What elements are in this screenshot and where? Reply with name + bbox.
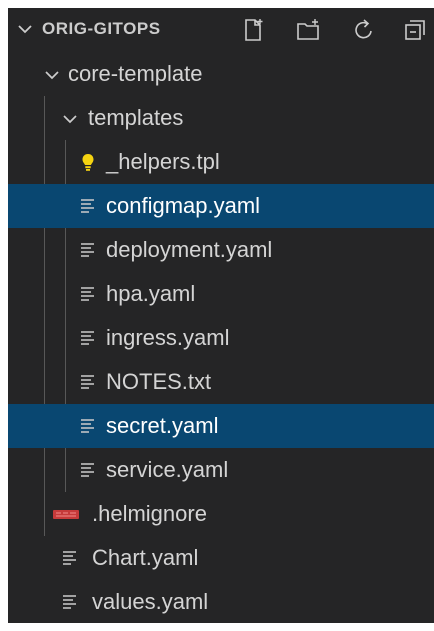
new-file-icon[interactable] (240, 17, 266, 43)
file-label: values.yaml (92, 589, 209, 614)
chevron-down-icon[interactable] (16, 20, 34, 38)
file-ingress-yaml[interactable]: ingress.yaml (8, 316, 434, 360)
file-label: ingress.yaml (106, 325, 230, 350)
file-label: secret.yaml (106, 413, 219, 438)
lightbulb-icon (78, 152, 98, 172)
file-lines-icon (78, 460, 98, 480)
folder-label: core-template (68, 61, 203, 86)
refresh-icon[interactable] (351, 17, 377, 43)
file-configmap-yaml[interactable]: configmap.yaml (8, 184, 434, 228)
folder-core-template[interactable]: core-template (8, 52, 434, 96)
file-label: hpa.yaml (106, 281, 196, 306)
file-lines-icon (78, 328, 98, 348)
chevron-down-icon (60, 109, 80, 129)
file-helmignore[interactable]: .helmignore (8, 492, 434, 536)
file-label: deployment.yaml (106, 237, 273, 262)
file-label: Chart.yaml (92, 545, 199, 570)
folder-templates[interactable]: templates (8, 96, 434, 140)
file-lines-icon (78, 284, 98, 304)
file-lines-icon (78, 240, 98, 260)
file-label: configmap.yaml (106, 193, 261, 218)
file-lines-icon (78, 416, 98, 436)
file-notes-txt[interactable]: NOTES.txt (8, 360, 434, 404)
file-label: .helmignore (92, 501, 207, 526)
explorer-title: ORIG-GITOPS (42, 19, 161, 38)
new-folder-icon[interactable] (295, 17, 321, 43)
file-label: service.yaml (106, 457, 229, 482)
file-chart-yaml[interactable]: Chart.yaml (8, 536, 434, 580)
file-lines-icon (78, 372, 98, 392)
file-label: NOTES.txt (106, 369, 212, 394)
file-label: _helpers.tpl (106, 149, 220, 174)
folder-label: templates (88, 105, 184, 130)
file-lines-icon (60, 548, 80, 568)
explorer-header[interactable]: ORIG-GITOPS (8, 8, 434, 52)
file-hpa-yaml[interactable]: hpa.yaml (8, 272, 434, 316)
file-secret-yaml[interactable]: secret.yaml (8, 404, 434, 448)
file-helpers-tpl[interactable]: _helpers.tpl (8, 140, 434, 184)
file-lines-icon (60, 592, 80, 612)
file-lines-icon (78, 196, 98, 216)
ignore-file-icon (52, 508, 80, 522)
chevron-down-icon (42, 65, 62, 85)
file-values-yaml[interactable]: values.yaml (8, 580, 434, 624)
collapse-all-icon[interactable] (402, 17, 428, 43)
explorer-panel: ORIG-GITOPS core-template templates _hel… (8, 8, 434, 623)
file-service-yaml[interactable]: service.yaml (8, 448, 434, 492)
file-deployment-yaml[interactable]: deployment.yaml (8, 228, 434, 272)
